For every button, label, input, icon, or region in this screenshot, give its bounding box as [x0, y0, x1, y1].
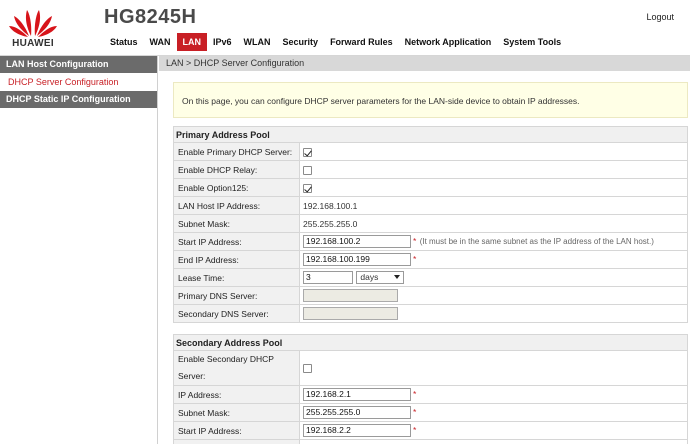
enable-relay-label: Enable DHCP Relay: [173, 160, 300, 179]
top-nav: Status WAN LAN IPv6 WLAN Security Forwar… [104, 33, 567, 51]
nav-security[interactable]: Security [277, 33, 325, 51]
main-content: LAN > DHCP Server Configuration On this … [159, 56, 690, 444]
enable-secondary-checkbox[interactable] [303, 364, 312, 374]
end-ip-input[interactable]: 192.168.100.199 [303, 253, 411, 266]
nav-lan[interactable]: LAN [176, 33, 208, 51]
lease-time-label: Lease Time: [173, 268, 300, 287]
end-ip-label: End IP Address: [173, 250, 300, 269]
required-mark: * [413, 406, 417, 417]
required-mark: * [413, 424, 417, 435]
table-row: Enable DHCP Relay: [173, 160, 688, 179]
enable-secondary-label: Enable Secondary DHCP Server: [173, 350, 300, 386]
table-row [173, 439, 688, 444]
nav-wan[interactable]: WAN [144, 33, 177, 51]
lease-unit-value: days [360, 272, 379, 282]
enable-option125-label: Enable Option125: [173, 178, 300, 197]
table-row: Lease Time: 3 days [173, 268, 688, 287]
start-ip-input[interactable]: 192.168.100.2 [303, 235, 411, 248]
info-banner: On this page, you can configure DHCP ser… [173, 82, 688, 118]
lan-host-ip-value: 192.168.100.1 [299, 196, 688, 215]
secondary-subnet-input[interactable]: 255.255.255.0 [303, 406, 411, 419]
page-root: HUAWEI HG8245H Logout Status WAN LAN IPv… [0, 0, 690, 444]
secondary-pool-title: Secondary Address Pool [173, 334, 688, 350]
required-mark: * [413, 235, 417, 246]
nav-system-tools[interactable]: System Tools [497, 33, 567, 51]
secondary-start-ip-label: Start IP Address: [173, 421, 300, 440]
primary-dns-input[interactable] [303, 289, 398, 302]
primary-pool-table: Enable Primary DHCP Server: Enable DHCP … [173, 142, 688, 323]
enable-secondary-label-line2: Server: [178, 371, 206, 381]
subnet-mask-label: Subnet Mask: [173, 214, 300, 233]
sidebar-item-lan-host-configuration[interactable]: LAN Host Configuration [0, 56, 157, 73]
table-row: Subnet Mask: 255.255.255.0 * [173, 403, 688, 422]
table-row: Start IP Address: 192.168.100.2 * (It mus… [173, 232, 688, 251]
table-row: Enable Primary DHCP Server: [173, 142, 688, 161]
logout-link[interactable]: Logout [646, 12, 674, 22]
required-mark: * [413, 253, 417, 264]
lease-time-input[interactable]: 3 [303, 271, 353, 284]
table-row: Start IP Address: 192.168.2.2 * [173, 421, 688, 440]
secondary-subnet-label: Subnet Mask: [173, 403, 300, 422]
lease-unit-select[interactable]: days [356, 271, 405, 284]
breadcrumb: LAN > DHCP Server Configuration [159, 56, 690, 71]
sidebar-item-dhcp-server-configuration[interactable]: DHCP Server Configuration [0, 73, 157, 91]
model-title: HG8245H [104, 6, 197, 28]
secondary-pool-table: Enable Secondary DHCP Server: IP Address:… [173, 350, 688, 444]
nav-wlan[interactable]: WLAN [238, 33, 277, 51]
secondary-dns-input[interactable] [303, 307, 398, 320]
table-row: IP Address: 192.168.2.1 * [173, 385, 688, 404]
nav-ipv6[interactable]: IPv6 [207, 33, 238, 51]
table-row: LAN Host IP Address: 192.168.100.1 [173, 196, 688, 215]
primary-dns-label: Primary DNS Server: [173, 286, 300, 305]
primary-pool-title: Primary Address Pool [173, 126, 688, 142]
enable-relay-checkbox[interactable] [303, 165, 312, 175]
table-row: Secondary DNS Server: [173, 304, 688, 323]
enable-primary-label: Enable Primary DHCP Server: [173, 142, 300, 161]
table-row: Enable Secondary DHCP Server: [173, 350, 688, 386]
chevron-down-icon [394, 275, 401, 279]
secondary-dns-label: Secondary DNS Server: [173, 304, 300, 323]
secondary-ip-label: IP Address: [173, 385, 300, 404]
enable-secondary-label-line1: Enable Secondary DHCP [178, 354, 274, 364]
secondary-start-ip-input[interactable]: 192.168.2.2 [303, 424, 411, 437]
sidebar: LAN Host Configuration DHCP Server Confi… [0, 56, 158, 444]
nav-status[interactable]: Status [104, 33, 144, 51]
enable-primary-checkbox[interactable] [303, 147, 312, 157]
table-row: End IP Address: 192.168.100.199 * [173, 250, 688, 269]
sidebar-item-dhcp-static-ip-configuration[interactable]: DHCP Static IP Configuration [0, 91, 157, 108]
nav-forward-rules[interactable]: Forward Rules [324, 33, 399, 51]
enable-option125-checkbox[interactable] [303, 183, 312, 193]
required-mark: * [413, 388, 417, 399]
table-row: Enable Option125: [173, 178, 688, 197]
secondary-ip-input[interactable]: 192.168.2.1 [303, 388, 411, 401]
start-ip-label: Start IP Address: [173, 232, 300, 251]
lan-host-ip-label: LAN Host IP Address: [173, 196, 300, 215]
table-row: Primary DNS Server: [173, 286, 688, 305]
start-ip-hint: (It must be in the same subnet as the IP… [419, 236, 654, 246]
table-row: Subnet Mask: 255.255.255.0 [173, 214, 688, 233]
brand-name: HUAWEI [12, 38, 54, 49]
subnet-mask-value: 255.255.255.0 [299, 214, 688, 233]
nav-network-application[interactable]: Network Application [399, 33, 498, 51]
header: HUAWEI HG8245H Logout Status WAN LAN IPv… [0, 0, 690, 56]
